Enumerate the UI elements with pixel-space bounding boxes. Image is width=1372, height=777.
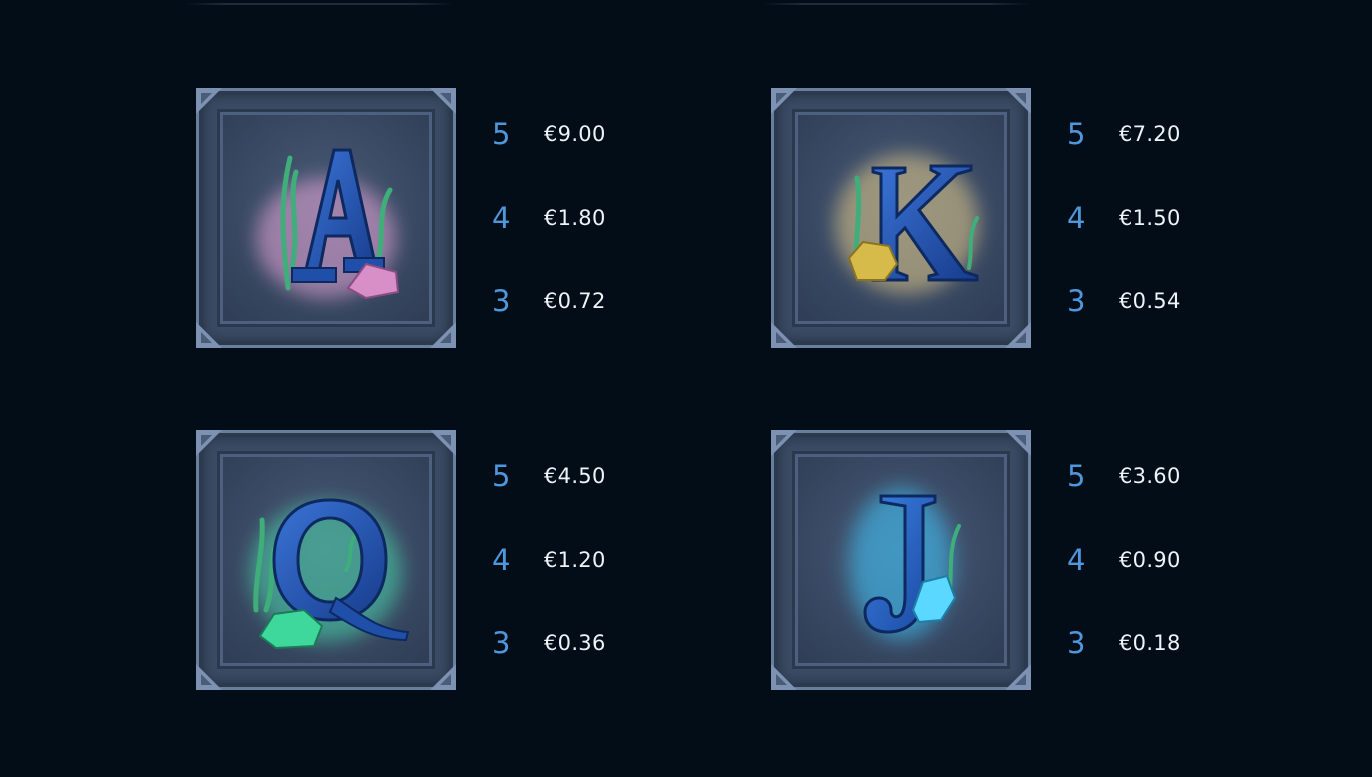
match-count: 3 [492, 626, 511, 660]
payout-row: 5 €4.50 [492, 456, 692, 496]
payout-row: 4 €0.90 [1067, 540, 1267, 580]
match-count: 3 [492, 284, 511, 318]
payout-row: 5 €9.00 [492, 114, 692, 154]
payout-amount: €0.18 [1119, 631, 1181, 655]
match-count: 5 [1067, 117, 1086, 151]
payout-row: 4 €1.50 [1067, 198, 1267, 238]
symbol-frame [771, 88, 1031, 348]
payout-amount: €0.54 [1119, 289, 1181, 313]
payout-amount: €4.50 [544, 464, 606, 488]
letter-a-icon [256, 148, 400, 300]
payout-amount: €0.36 [544, 631, 606, 655]
symbol-frame [196, 430, 456, 690]
payout-amount: €1.20 [544, 548, 606, 572]
match-count: 4 [1067, 543, 1086, 577]
payout-row: 3 €0.54 [1067, 281, 1267, 321]
payout-row: 3 €0.72 [492, 281, 692, 321]
payout-row: 3 €0.18 [1067, 623, 1267, 663]
payout-amount: €7.20 [1119, 122, 1181, 146]
paytable-entry-j: 5 €3.60 4 €0.90 3 €0.18 [771, 430, 1291, 692]
payout-amount: €0.72 [544, 289, 606, 313]
symbol-frame [196, 88, 456, 348]
payout-amount: €0.90 [1119, 548, 1181, 572]
paytable-entry-a: 5 €9.00 4 €1.80 3 €0.72 [196, 88, 716, 350]
letter-j-icon [849, 488, 961, 640]
payout-row: 5 €3.60 [1067, 456, 1267, 496]
match-count: 4 [492, 543, 511, 577]
payout-row: 3 €0.36 [492, 623, 692, 663]
paytable-entry-k: 5 €7.20 4 €1.50 3 €0.54 [771, 88, 1291, 350]
match-count: 3 [1067, 626, 1086, 660]
top-divider-right [762, 3, 1030, 5]
payout-amount: €1.50 [1119, 206, 1181, 230]
payout-row: 4 €1.20 [492, 540, 692, 580]
symbol-frame [771, 430, 1031, 690]
letter-q-icon [250, 498, 410, 650]
match-count: 5 [1067, 459, 1086, 493]
top-divider-left [185, 3, 453, 5]
match-count: 3 [1067, 284, 1086, 318]
paytable-entry-q: 5 €4.50 4 €1.20 3 €0.36 [196, 430, 716, 692]
match-count: 5 [492, 459, 511, 493]
match-count: 5 [492, 117, 511, 151]
payout-amount: €3.60 [1119, 464, 1181, 488]
payout-row: 4 €1.80 [492, 198, 692, 238]
match-count: 4 [1067, 201, 1086, 235]
payout-row: 5 €7.20 [1067, 114, 1267, 154]
match-count: 4 [492, 201, 511, 235]
letter-k-icon [835, 154, 979, 294]
payout-amount: €1.80 [544, 206, 606, 230]
payout-amount: €9.00 [544, 122, 606, 146]
